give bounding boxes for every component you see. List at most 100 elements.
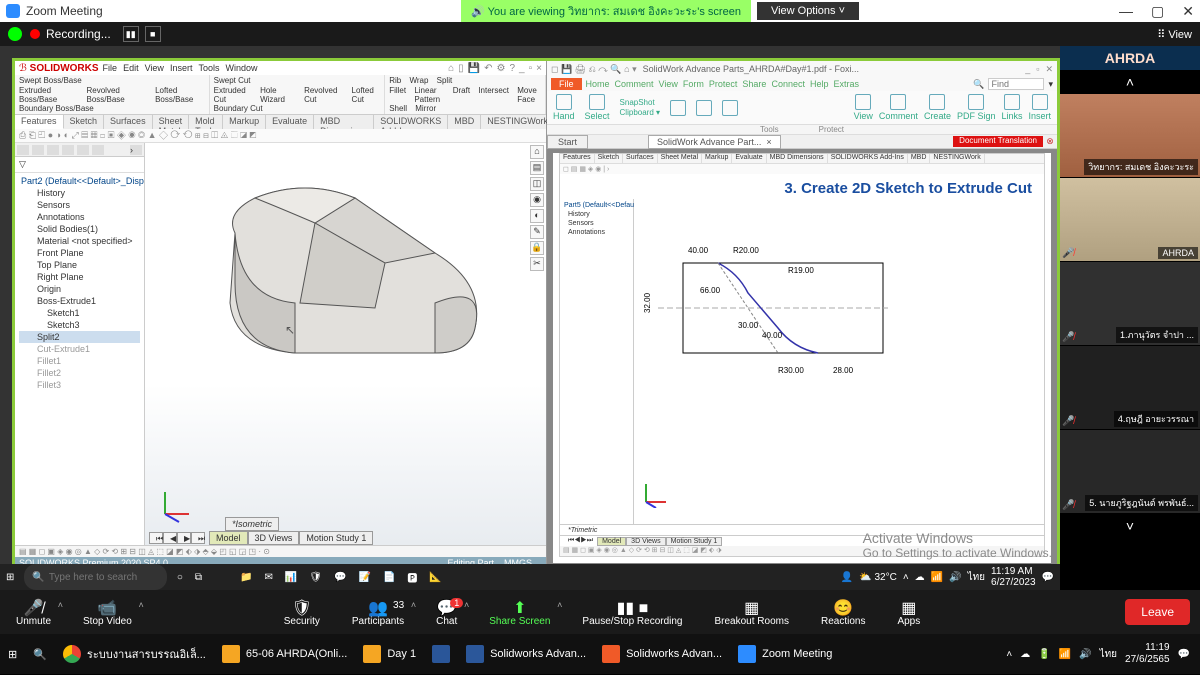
remote-app-6[interactable]: 📝: [352, 564, 376, 590]
mini-tab-mbd[interactable]: MBD: [908, 154, 931, 163]
pdf-search-input[interactable]: [988, 78, 1044, 90]
local-clock[interactable]: 11:1927/6/2565: [1125, 642, 1170, 666]
sketch-canvas[interactable]: 40.00 R20.00 R19.00 66.00 32.00 30.00 40…: [634, 199, 1044, 524]
new-icon[interactable]: ▯: [458, 63, 464, 74]
remote-app-5[interactable]: 💬: [328, 564, 352, 590]
edit-icon[interactable]: [722, 100, 738, 116]
remote-volume-icon[interactable]: 🔊: [949, 572, 961, 583]
pause-recording-icon[interactable]: ▮▮: [123, 26, 139, 42]
tab-mbddim[interactable]: MBD Dimensions: [314, 115, 374, 129]
tab-markup[interactable]: Markup: [223, 115, 266, 129]
participant-tile[interactable]: วิทยากร: สมเดช อิงคะวะระ: [1060, 94, 1200, 178]
tray-wifi-icon[interactable]: 📶: [1059, 649, 1071, 660]
side-lock-icon[interactable]: 🔒: [530, 241, 544, 255]
tree-fillet3[interactable]: Fillet3: [19, 379, 140, 391]
remote-app-3[interactable]: 📊: [279, 564, 303, 590]
model-canvas[interactable]: ⌂ ▤ ◫ ◉ ◐ ✎ 🔒 ✂: [145, 143, 546, 545]
tb-word[interactable]: Solidworks Advan...: [458, 634, 594, 674]
pdf-quick-icons[interactable]: ◻ 💾 🖨 ⎌ ↷ 🔍 ⌂ ▾: [551, 64, 637, 75]
remote-cortana-icon[interactable]: ○: [171, 564, 189, 590]
home-icon[interactable]: ⌂: [448, 63, 454, 74]
reactions-button[interactable]: 😊Reactions: [805, 598, 881, 627]
remote-tray-up-icon[interactable]: ˄: [903, 572, 909, 583]
tray-onedrive-icon[interactable]: ☁: [1020, 649, 1030, 660]
maximize-icon[interactable]: ▢: [1151, 3, 1164, 20]
cmd-fillet[interactable]: Fillet: [389, 86, 406, 104]
minimize-icon[interactable]: —: [1119, 3, 1133, 20]
stop-recording-icon[interactable]: ■: [145, 26, 161, 42]
cmd-mirror[interactable]: Mirror: [415, 104, 436, 113]
pdf-doc-tab[interactable]: SolidWork Advance Part... ×: [648, 135, 781, 149]
tray-lang[interactable]: ไทย: [1100, 647, 1117, 662]
tree-history[interactable]: History: [19, 187, 140, 199]
cmd-revolved-cut[interactable]: Revolved Cut: [304, 86, 341, 104]
search-options-icon[interactable]: ▾: [1048, 79, 1053, 90]
side-snap-icon[interactable]: ✎: [530, 225, 544, 239]
select-icon[interactable]: [589, 94, 605, 110]
remote-lang[interactable]: ไทย: [968, 570, 985, 585]
pdf-menu-share[interactable]: Share: [742, 79, 766, 89]
participant-tile[interactable]: 🎤̸5. นายภูริฐฎนันต์ พรพันธ์...: [1060, 430, 1200, 514]
remote-app-7[interactable]: 📄: [377, 564, 401, 590]
tray-up-icon[interactable]: ˄: [1006, 649, 1012, 660]
cmd-boundary-cut[interactable]: Boundary Cut: [214, 104, 263, 113]
remote-clock[interactable]: 11:19 AM6/27/2023: [991, 566, 1036, 588]
close-doc-icon[interactable]: ×: [536, 63, 542, 74]
remote-wifi-icon[interactable]: 📶: [931, 572, 943, 583]
tree-annotations[interactable]: Annotations: [19, 211, 140, 223]
view-tool-icon[interactable]: [855, 94, 871, 110]
remote-start-icon[interactable]: ⊞: [0, 564, 20, 590]
cmd-swept-boss[interactable]: Swept Boss/Base: [19, 76, 82, 85]
hand-icon[interactable]: [556, 94, 572, 110]
cmd-extruded-cut[interactable]: Extruded Cut: [214, 86, 250, 104]
tree-solidbodies[interactable]: Solid Bodies(1): [19, 223, 140, 235]
pdf-menu-form[interactable]: Form: [683, 79, 704, 89]
tab-mbd[interactable]: MBD: [448, 115, 481, 129]
tree-right[interactable]: Right Plane: [19, 271, 140, 283]
cmd-draft[interactable]: Draft: [453, 86, 470, 104]
pdf-close-icon[interactable]: ✕: [1045, 64, 1053, 75]
menu-file[interactable]: File: [103, 63, 118, 73]
pdf-menu-help[interactable]: Help: [810, 79, 829, 89]
mini-tree-sensors[interactable]: Sensors: [562, 219, 631, 228]
remote-app-4[interactable]: 🛡: [303, 564, 328, 590]
settings-icon[interactable]: ⚙: [497, 63, 506, 74]
side-home-icon[interactable]: ⌂: [530, 145, 544, 159]
vtab-next[interactable]: ▶: [177, 532, 191, 544]
start-button[interactable]: ⊞: [0, 634, 25, 674]
save-icon[interactable]: 💾: [468, 63, 480, 74]
tray-volume-icon[interactable]: 🔊: [1079, 649, 1091, 660]
tab-features[interactable]: Features: [15, 115, 64, 129]
remote-app-2[interactable]: ✉: [258, 564, 278, 590]
mini-vtab-motion[interactable]: Motion Study 1: [666, 537, 723, 546]
pdf-menu-extras[interactable]: Extras: [834, 79, 860, 89]
zoom-icon[interactable]: [670, 100, 686, 116]
mini-tab-nesting[interactable]: NESTINGWork: [930, 154, 984, 163]
strip-scroll-up[interactable]: ˄: [1060, 70, 1200, 94]
chat-button[interactable]: 💬1Chat˄: [420, 598, 473, 627]
menu-insert[interactable]: Insert: [170, 63, 193, 73]
mini-tree-history[interactable]: History: [562, 210, 631, 219]
tree-fillet2[interactable]: Fillet2: [19, 367, 140, 379]
remote-app-1[interactable]: 📁: [234, 564, 258, 590]
participants-button[interactable]: 👥33Participants˄: [336, 598, 420, 627]
mini-tab-addins[interactable]: SOLIDWORKS Add-Ins: [828, 154, 908, 163]
translate-close-icon[interactable]: ⊗: [1043, 136, 1057, 147]
tree-origin[interactable]: Origin: [19, 283, 140, 295]
doc-translation-button[interactable]: Document Translation: [953, 136, 1043, 147]
mini-tree-annotations[interactable]: Annotations: [562, 228, 631, 237]
mini-tab-sheetmetal[interactable]: Sheet Metal: [658, 154, 702, 163]
mini-tab-mbddim[interactable]: MBD Dimensions: [767, 154, 828, 163]
search-button[interactable]: 🔍: [25, 634, 55, 674]
tab-addins[interactable]: SOLIDWORKS Add-Ins: [374, 115, 448, 129]
participant-tile[interactable]: 🎤̸1.ภานุวัตร จำปา ...: [1060, 262, 1200, 346]
insert-tool-icon[interactable]: [1032, 94, 1048, 110]
pdf-menu-connect[interactable]: Connect: [771, 79, 805, 89]
comment-tool-icon[interactable]: [890, 94, 906, 110]
tb-folder1[interactable]: 65-06 AHRDA(Onli...: [214, 634, 355, 674]
strip-scroll-down[interactable]: ˅: [1060, 514, 1200, 538]
search-icon[interactable]: 🔍: [973, 79, 984, 90]
mini-tab-surfaces[interactable]: Surfaces: [623, 154, 658, 163]
leave-button[interactable]: Leave: [1125, 599, 1190, 625]
breakout-button[interactable]: ▦Breakout Rooms: [699, 598, 805, 627]
